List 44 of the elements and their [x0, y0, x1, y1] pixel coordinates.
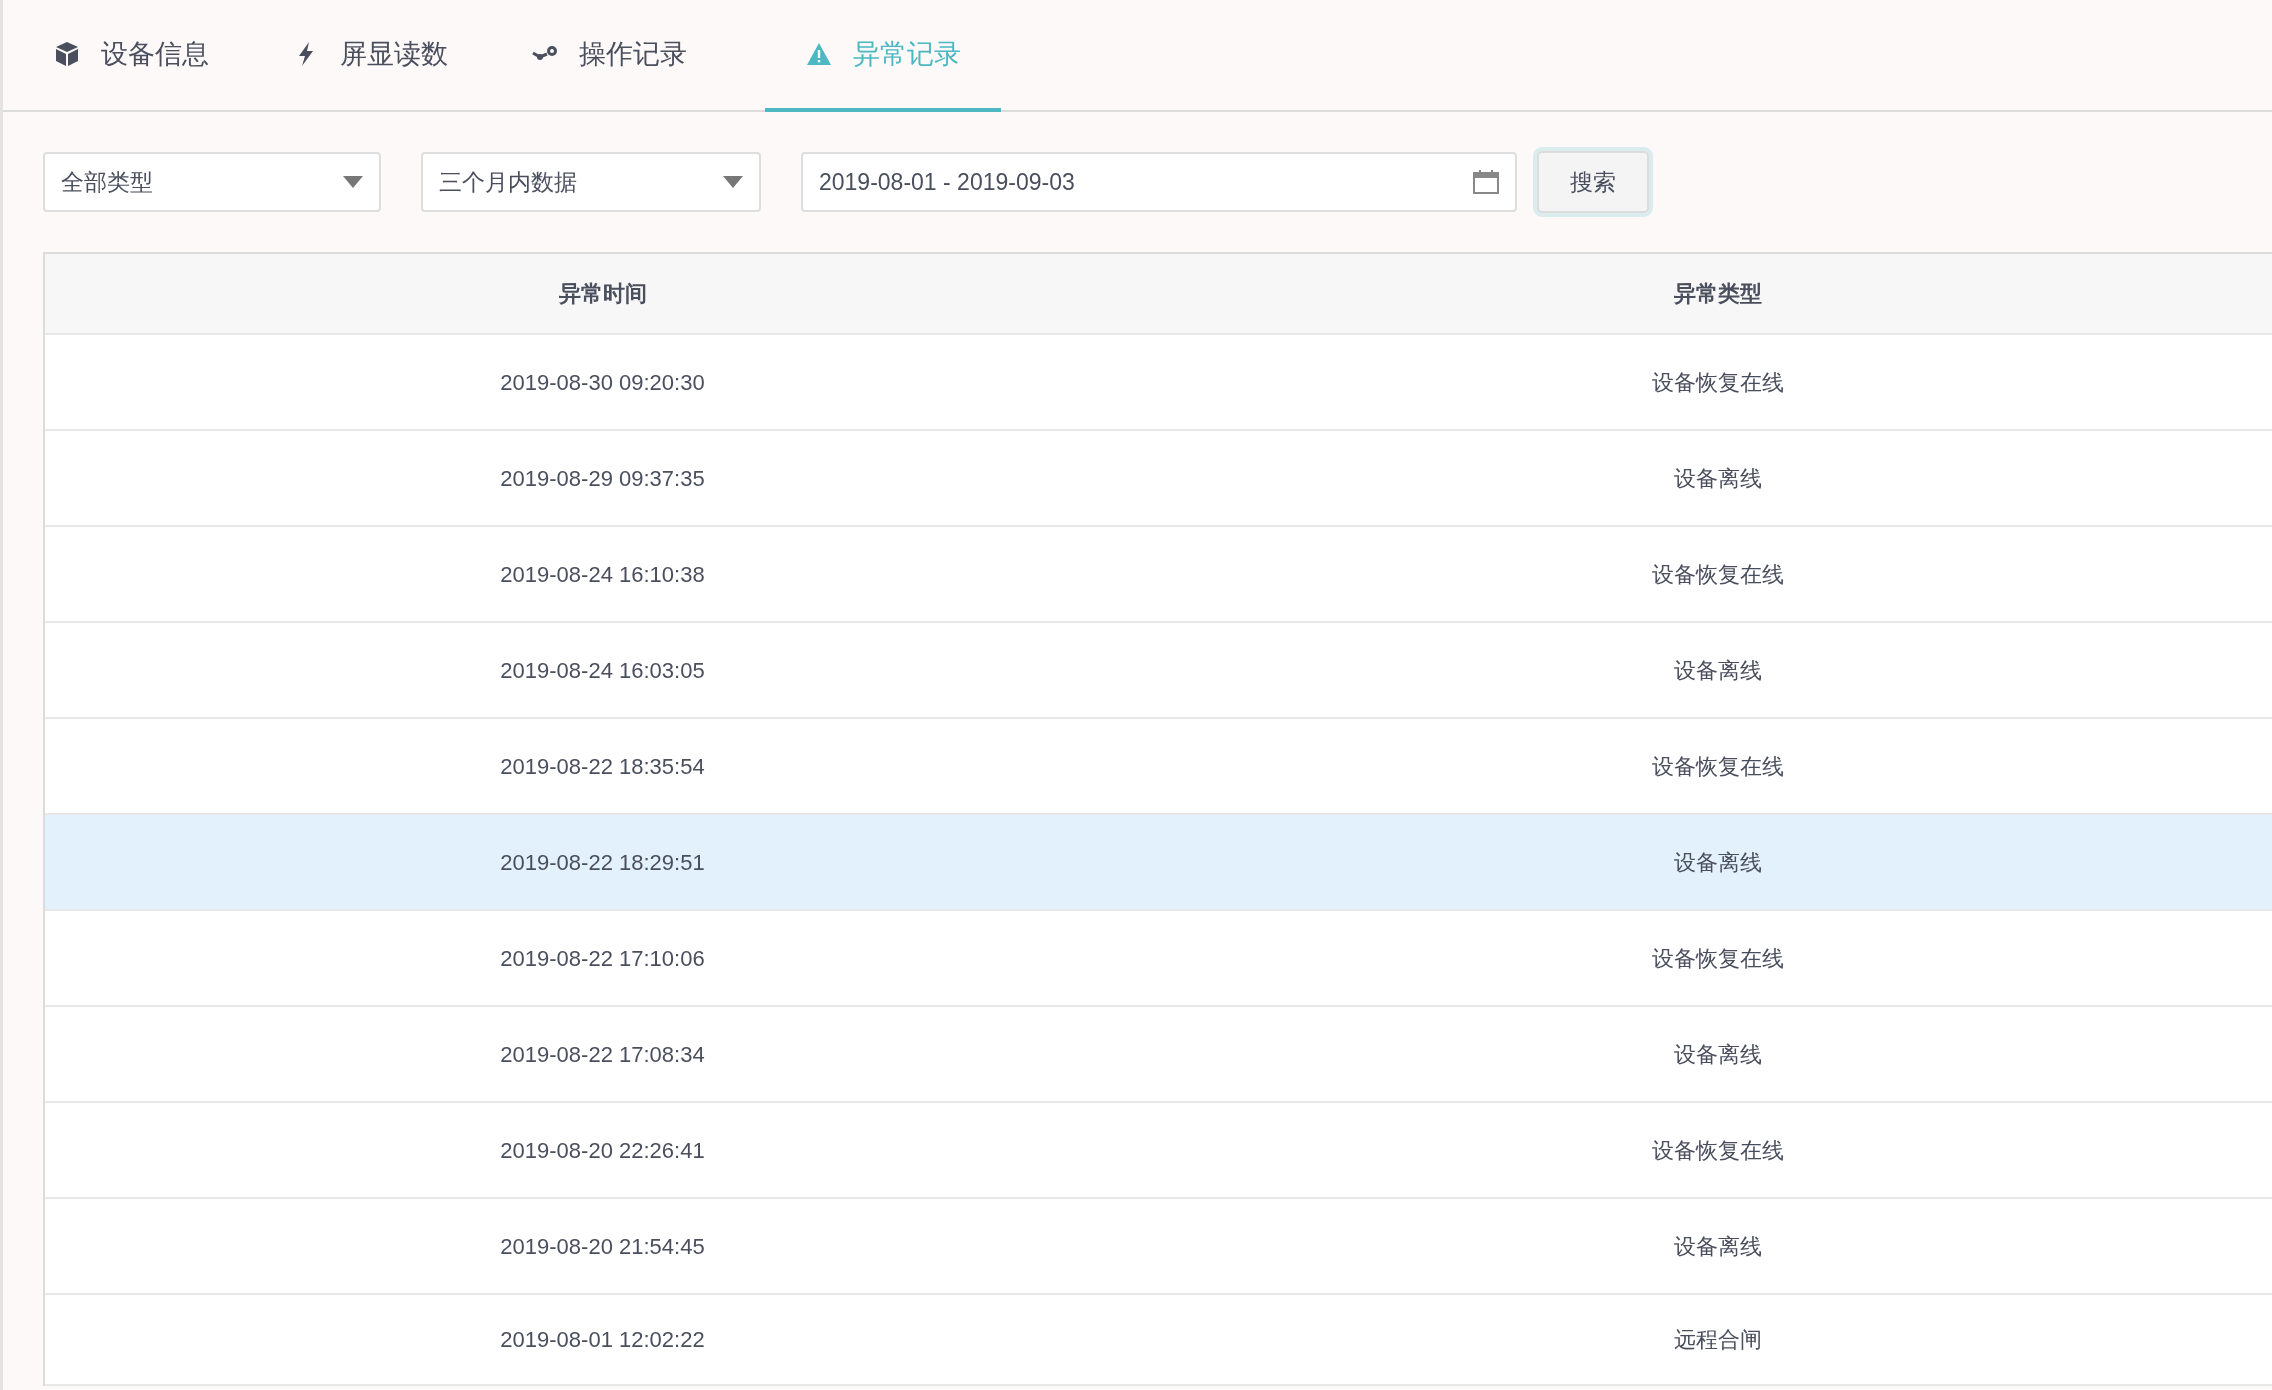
table-row[interactable]: 2019-08-30 09:20:30 设备恢复在线	[45, 335, 2272, 431]
column-header: 异常类型	[1673, 280, 1762, 308]
type-cell-text: 设备离线	[1673, 656, 1762, 685]
date-range-field[interactable]: 2019-08-01 - 2019-09-03	[801, 152, 1517, 212]
column-header: 异常时间	[558, 280, 647, 308]
dropdown-caret-icon	[723, 176, 743, 188]
time-cell-text: 2019-08-22 18:35:54	[500, 752, 705, 781]
time-cell-text: 2019-08-24 16:10:38	[500, 560, 705, 589]
time-cell-text: 2019-08-22 17:10:06	[500, 944, 705, 973]
dropdown-caret-icon	[343, 176, 363, 188]
table-row[interactable]: 2019-08-22 17:10:06 设备恢复在线	[45, 911, 2272, 1007]
type-cell-text: 设备恢复在线	[1651, 560, 1784, 589]
type-cell-text: 设备恢复在线	[1651, 944, 1784, 973]
time-cell-text: 2019-08-20 22:26:41	[500, 1136, 705, 1165]
table-row[interactable]: 2019-08-24 16:03:05 设备离线	[45, 623, 2272, 719]
time-cell-text: 2019-08-20 21:54:45	[500, 1232, 705, 1261]
table-row[interactable]: 2019-08-22 17:08:34 设备离线	[45, 1007, 2272, 1103]
type-cell-text: 设备离线	[1673, 1232, 1762, 1261]
type-cell-text: 设备恢复在线	[1651, 368, 1784, 397]
tab[interactable]: 屏显读数	[287, 0, 473, 112]
type-cell-text: 远程合闸	[1673, 1326, 1762, 1354]
table-row[interactable]: 2019-08-29 09:37:35 设备离线	[45, 431, 2272, 527]
type-cell-text: 设备恢复在线	[1651, 1136, 1784, 1165]
table-row[interactable]: 2019-08-24 16:10:38 设备恢复在线	[45, 527, 2272, 623]
tab[interactable]: 操作记录	[526, 0, 712, 112]
type-cell-text: 设备恢复在线	[1651, 752, 1784, 781]
highlighted-row[interactable]: 2019-08-22 18:29:51 设备离线	[45, 815, 2272, 911]
time-cell-text: 2019-08-22 17:08:34	[500, 1040, 705, 1069]
cube-icon	[53, 40, 81, 68]
calendar-icon	[1473, 170, 1499, 194]
tab[interactable]: 设备信息	[48, 0, 234, 112]
table-row[interactable]: 2019-08-20 21:54:45 设备离线	[45, 1199, 2272, 1295]
type-cell-text: 设备离线	[1673, 1040, 1762, 1069]
time-cell-text: 2019-08-01 12:02:22	[500, 1326, 705, 1354]
time-cell-text: 2019-08-30 09:20:30	[500, 368, 705, 397]
type-cell-text: 设备离线	[1673, 464, 1762, 493]
type-cell-text: 设备离线	[1673, 848, 1762, 877]
time-cell-text: 2019-08-29 09:37:35	[500, 464, 705, 493]
type-select[interactable]: 全部类型	[43, 152, 381, 212]
table-row[interactable]: 2019-08-01 12:02:22 远程合闸	[45, 1295, 2272, 1386]
time-cell-text: 2019-08-22 18:29:51	[500, 848, 705, 877]
range-select[interactable]: 三个月内数据	[421, 152, 761, 212]
time-cell-text: 2019-08-24 16:03:05	[500, 656, 705, 685]
table-row[interactable]: 2019-08-20 22:26:41 设备恢复在线	[45, 1103, 2272, 1199]
